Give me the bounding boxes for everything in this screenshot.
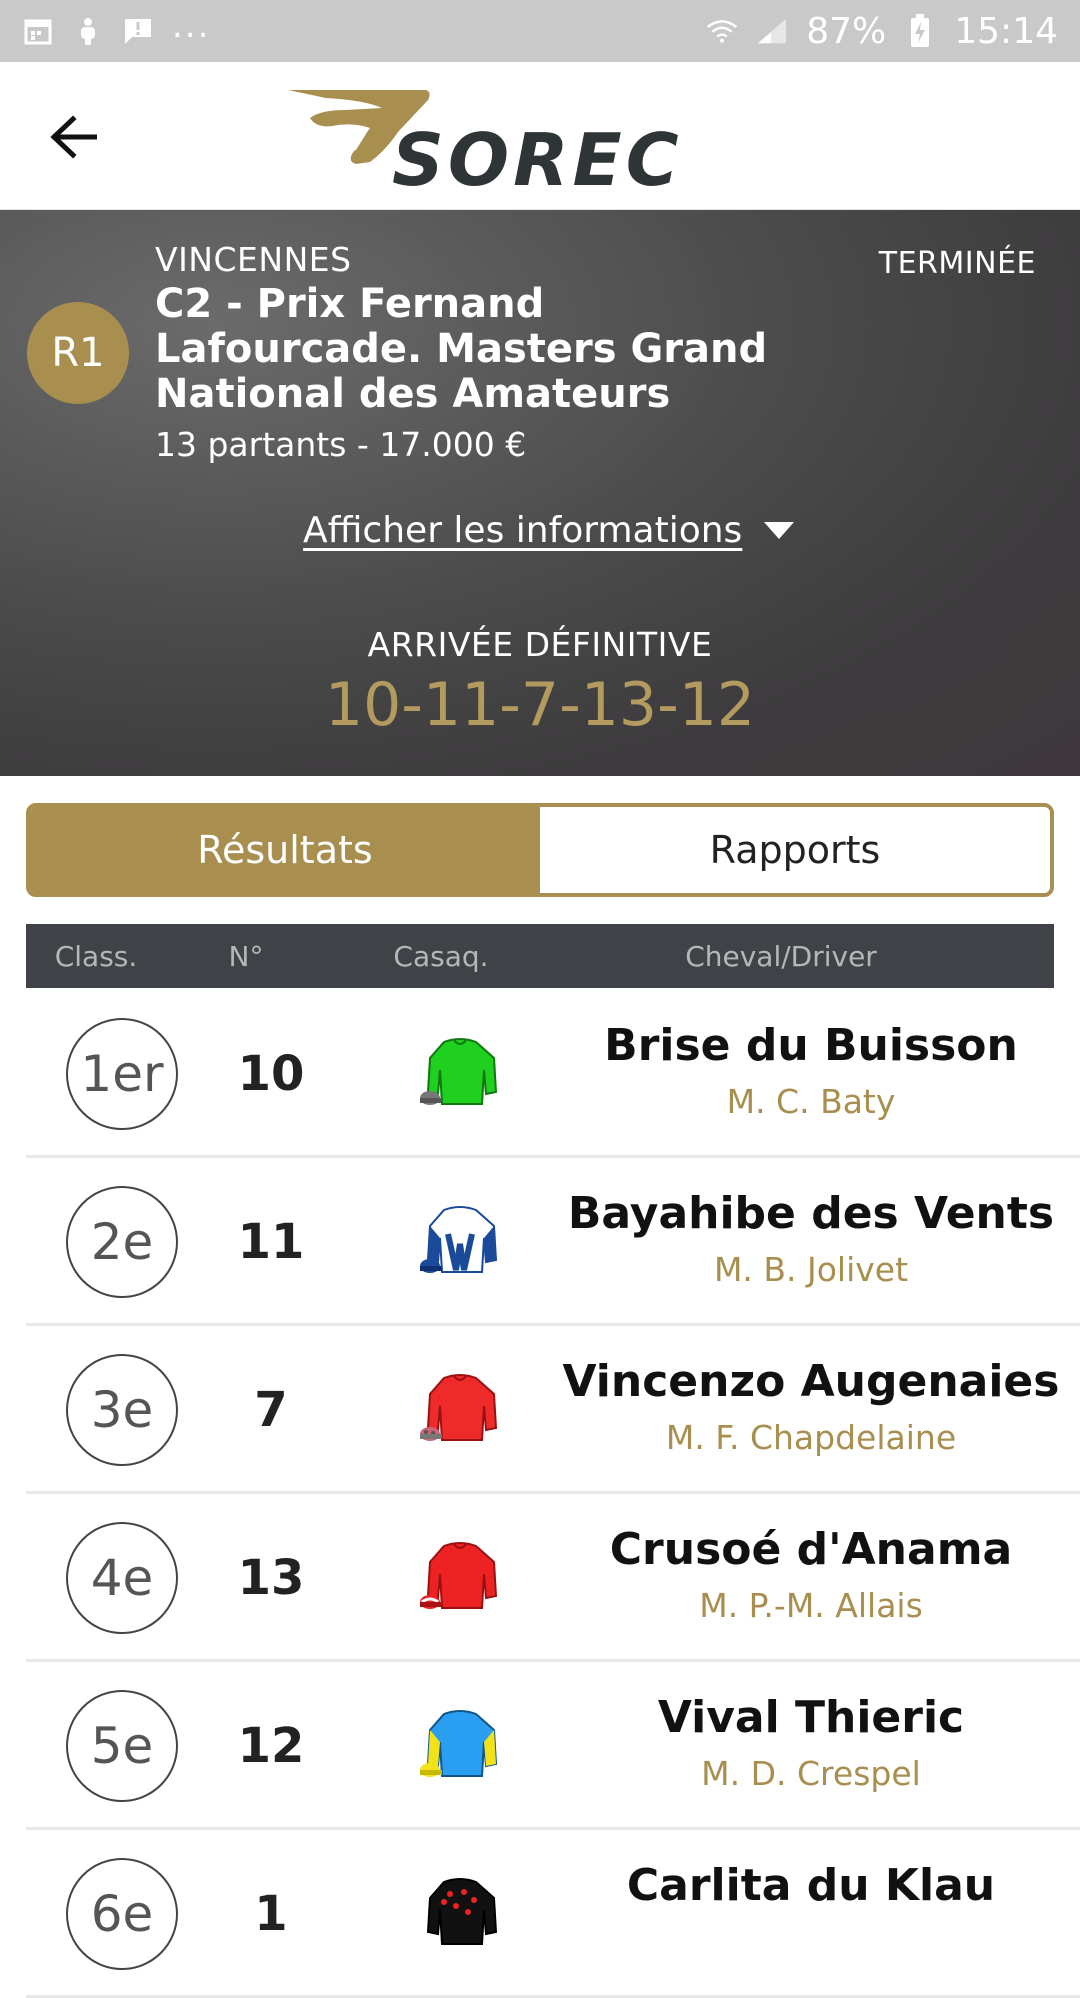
status-bar: ... 87% 15:14 — [0, 0, 1080, 62]
arrow-left-icon — [50, 115, 97, 159]
result-tabs: Résultats Rapports — [26, 803, 1054, 897]
horse-name: Brise du Buisson — [604, 1020, 1018, 1071]
header-number: N° — [228, 939, 264, 973]
reunion-badge: R1 — [27, 302, 129, 404]
horse-number: 1 — [254, 1886, 288, 1942]
arrivee-label: ARRIVÉE DÉFINITIVE — [367, 625, 713, 664]
table-row[interactable]: 2e 11 Bayahibe des Vents M. B. Jolivet — [26, 1158, 1080, 1326]
sorec-logo: SOREC — [286, 88, 706, 202]
battery-charging-icon — [904, 14, 936, 47]
rank-badge: 3e — [66, 1354, 178, 1466]
message-alert-icon — [122, 15, 154, 47]
race-status: TERMINÉE — [878, 246, 1036, 281]
horse-number: 7 — [254, 1382, 288, 1438]
green-silk-icon — [420, 1038, 498, 1105]
header-horse-driver: Cheval/Driver — [685, 939, 877, 973]
tab-rapports[interactable]: Rapports — [540, 807, 1050, 893]
rank-badge: 5e — [66, 1690, 178, 1802]
horse-name: Vincenzo Augenaies — [562, 1356, 1060, 1407]
horse-number: 13 — [237, 1550, 305, 1606]
arrivee-value: 10-11-7-13-12 — [324, 670, 756, 740]
driver-name: M. C. Baty — [726, 1082, 896, 1121]
horse-number: 12 — [237, 1718, 305, 1774]
logo-text: SOREC — [392, 118, 683, 202]
blue-white-silk-icon — [420, 1206, 498, 1273]
horse-name: Bayahibe des Vents — [567, 1188, 1055, 1239]
table-row[interactable]: 1er 10 Brise du Buisson M. C. Baty — [26, 990, 1080, 1158]
calendar-icon — [22, 15, 54, 47]
horse-number: 11 — [237, 1214, 305, 1270]
rank-badge: 4e — [66, 1522, 178, 1634]
wifi-icon — [706, 15, 738, 47]
driver-name: M. P.-M. Allais — [699, 1586, 923, 1625]
race-hero: R1 VINCENNES TERMINÉE C2 - Prix Fernand … — [0, 210, 1080, 776]
app-bar: SOREC — [0, 62, 1080, 210]
race-title: C2 - Prix Fernand Lafourcade. Masters Gr… — [155, 281, 768, 417]
horse-name: Crusoé d'Anama — [609, 1524, 1013, 1575]
driver-name: M. D. Crespel — [701, 1754, 921, 1793]
header-silk: Casaq. — [393, 939, 489, 973]
table-row[interactable]: 5e 12 Vival Thieric M. D. Crespel — [26, 1662, 1080, 1830]
driver-name: M. F. Chapdelaine — [665, 1418, 957, 1457]
header-class: Class. — [54, 939, 138, 973]
rank-badge: 6e — [66, 1858, 178, 1970]
table-row[interactable]: 3e 7 Vincenzo Augenaies M. F. Chapdelain… — [26, 1326, 1080, 1494]
tab-resultats[interactable]: Résultats — [30, 807, 540, 893]
horse-name: Vival Thieric — [657, 1692, 965, 1743]
show-info-label: Afficher les informations — [303, 510, 743, 551]
black-red-dots-silk-icon — [426, 1878, 498, 1945]
horse-name: Carlita du Klau — [626, 1860, 996, 1911]
back-button[interactable] — [38, 102, 108, 172]
clock: 15:14 — [954, 10, 1058, 52]
red-silk-icon — [420, 1374, 498, 1441]
rank-badge: 2e — [66, 1186, 178, 1298]
race-meta: 13 partants - 17.000 € — [155, 425, 527, 464]
blue-yellow-silk-icon — [420, 1710, 498, 1777]
race-venue: VINCENNES — [155, 240, 352, 279]
horse-number: 10 — [237, 1046, 305, 1102]
table-row[interactable]: 6e 1 Carlita du Klau — [26, 1830, 1080, 1998]
usb-debug-icon — [72, 15, 104, 47]
status-right-icons: 87% 15:14 — [706, 11, 1058, 52]
driver-name: M. B. Jolivet — [713, 1250, 909, 1289]
rank-badge: 1er — [66, 1018, 178, 1130]
show-info-link[interactable]: Afficher les informations — [303, 510, 795, 551]
more-notifications: ... — [172, 6, 211, 46]
results-list: 1er 10 Brise du Buisson M. C. Baty 2e 11… — [26, 990, 1080, 1998]
table-row[interactable]: 4e 13 Crusoé d'Anama M. P.-M. Allais — [26, 1494, 1080, 1662]
battery-percent: 87% — [806, 10, 887, 52]
results-table-header: Class. N° Casaq. Cheval/Driver — [26, 924, 1054, 988]
status-left-icons: ... — [22, 6, 210, 47]
caret-down-icon — [764, 521, 795, 539]
red-white-cap-silk-icon — [420, 1542, 498, 1609]
signal-icon — [756, 15, 788, 47]
